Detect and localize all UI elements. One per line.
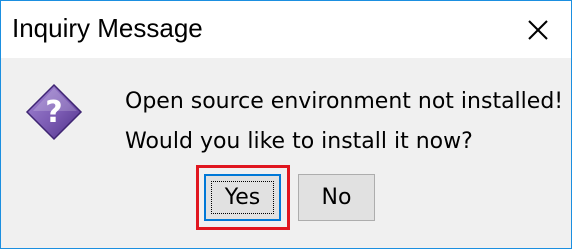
no-button[interactable]: No [298,174,375,221]
message-line-2: Would you like to install it now? [125,129,473,154]
inquiry-dialog: Inquiry Message ? Open source environmen… [0,0,572,249]
highlight-box [196,165,290,230]
svg-text:?: ? [45,95,62,130]
no-button-label: No [321,185,352,210]
title-bar[interactable]: Inquiry Message [1,1,571,58]
message-line-1: Open source environment not installed! [125,89,564,114]
question-icon: ? [25,83,83,141]
close-button[interactable] [505,1,571,58]
close-icon [528,19,548,40]
dialog-title: Inquiry Message [12,13,203,43]
